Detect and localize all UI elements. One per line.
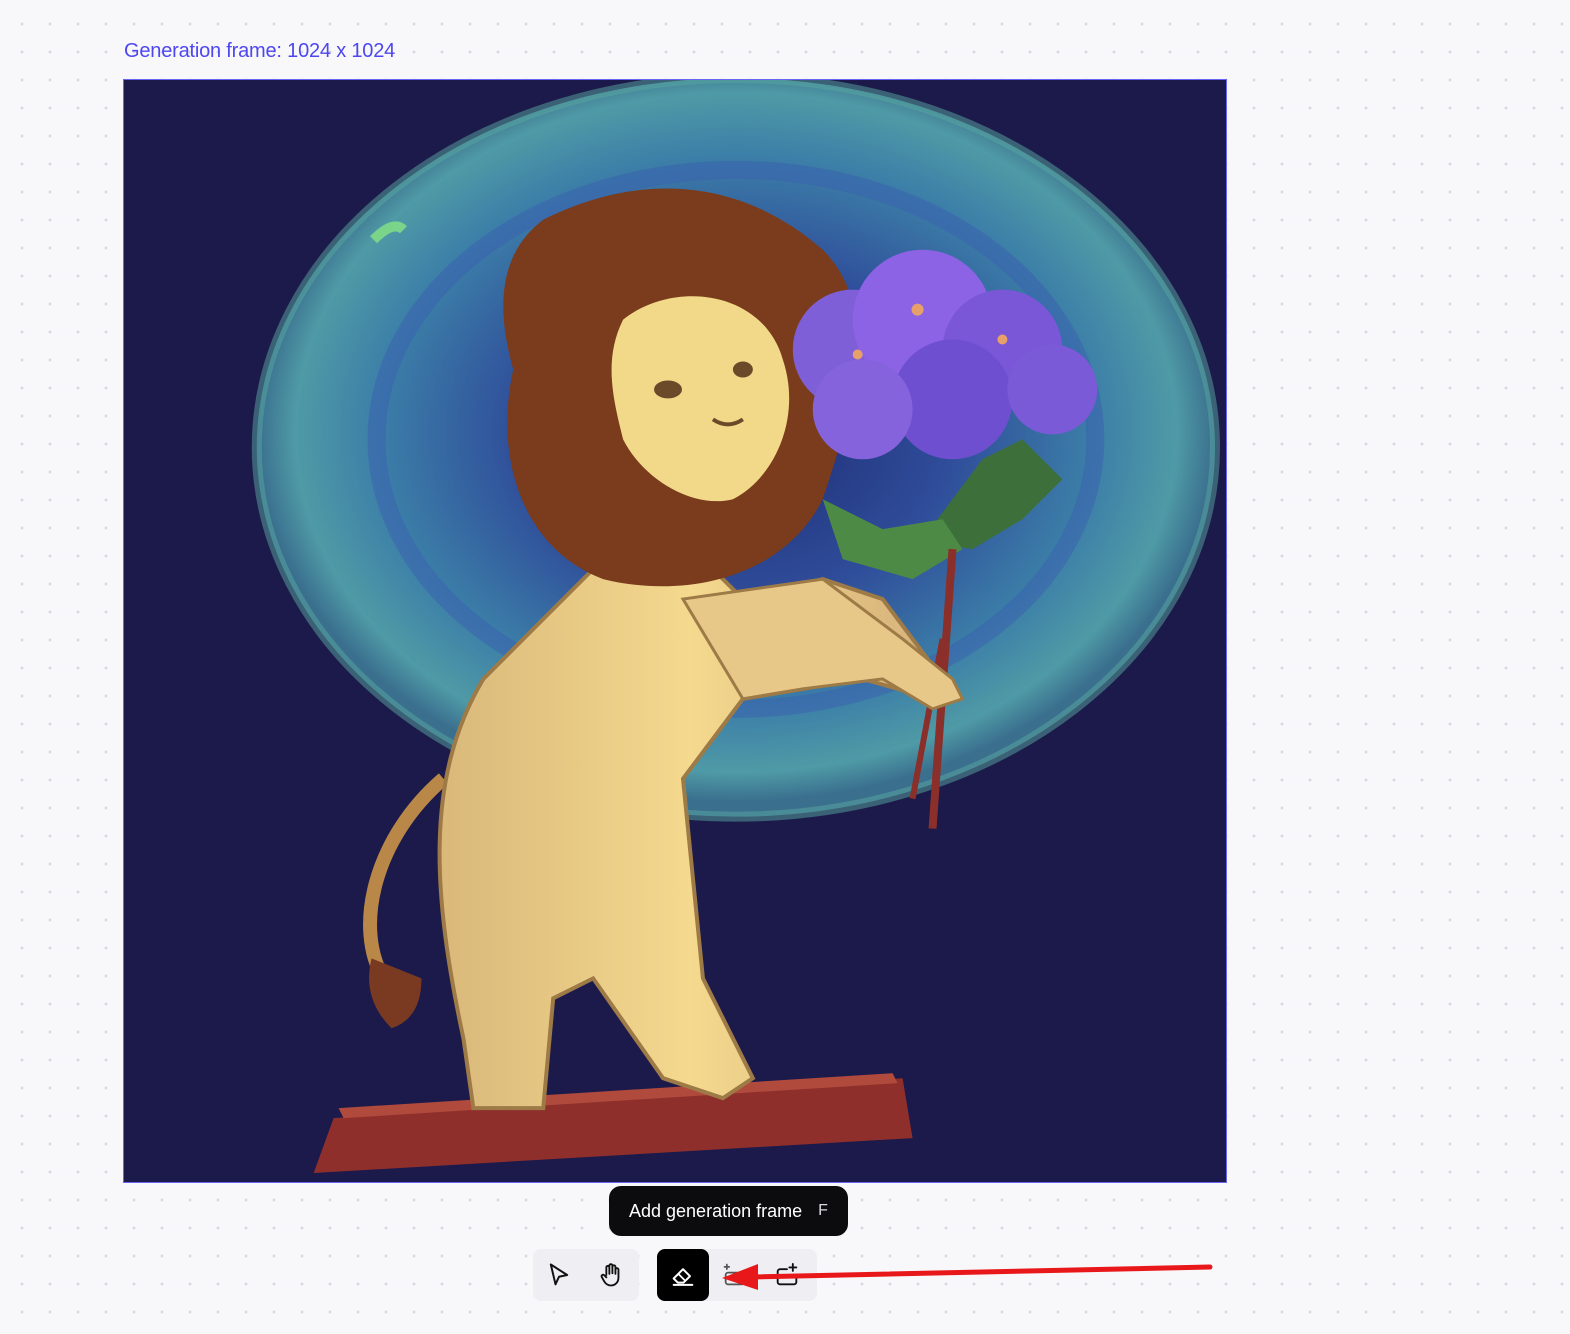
hand-icon <box>600 1263 620 1287</box>
select-tool-button[interactable] <box>533 1249 585 1301</box>
eraser-tool-button[interactable] <box>657 1249 709 1301</box>
add-frame-icon <box>776 1262 798 1286</box>
toolbar-navigation-group <box>533 1249 639 1301</box>
add-generation-frame-tool-button[interactable] <box>761 1249 813 1301</box>
tooltip-shortcut: F <box>818 1202 828 1219</box>
generated-image <box>124 80 1226 1182</box>
toolbar-edit-group <box>657 1249 817 1301</box>
tooltip-label: Add generation frame <box>629 1200 803 1221</box>
add-image-tool-button[interactable] <box>709 1249 761 1301</box>
pan-tool-button[interactable] <box>585 1249 637 1301</box>
generation-frame-label: Generation frame: 1024 x 1024 <box>124 40 396 62</box>
add-image-icon <box>723 1263 746 1286</box>
cursor-arrow-icon <box>549 1263 569 1286</box>
eraser-icon <box>672 1268 694 1286</box>
generation-frame[interactable] <box>123 79 1227 1183</box>
tooltip-add-generation-frame: Add generation frame F <box>609 1186 848 1236</box>
